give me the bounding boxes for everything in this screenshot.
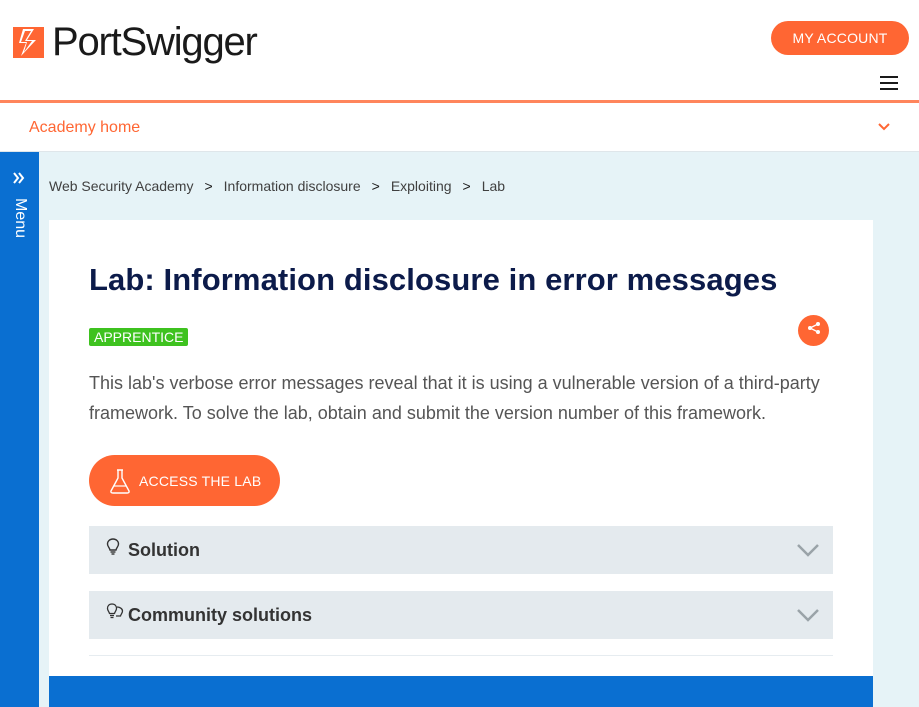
my-account-button[interactable]: MY ACCOUNT [771, 21, 909, 55]
academy-home-link[interactable]: Academy home [29, 119, 140, 137]
level-badge: APPRENTICE [89, 328, 189, 346]
breadcrumb: Web Security Academy > Information discl… [49, 178, 505, 194]
lab-description: This lab's verbose error messages reveal… [89, 373, 820, 423]
breadcrumb-item[interactable]: Web Security Academy [49, 178, 193, 194]
divider [89, 655, 833, 656]
logo-text: PortSwigger [52, 20, 258, 64]
solution-label: Solution [128, 539, 200, 560]
breadcrumb-separator: > [204, 178, 213, 194]
lab-card: Lab: Information disclosure in error mes… [49, 220, 873, 707]
chevron-down-icon [797, 608, 819, 627]
double-chevron-right-icon [12, 171, 26, 188]
breadcrumb-item-current[interactable]: Lab [482, 178, 505, 194]
side-menu-toggle[interactable]: Menu [0, 152, 39, 707]
site-header: PortSwigger MY ACCOUNT [0, 0, 919, 100]
side-menu-label: Menu [12, 198, 29, 239]
portswigger-logo-icon [13, 26, 44, 58]
chevron-down-icon[interactable] [877, 120, 891, 134]
community-solutions-label: Community solutions [128, 604, 312, 625]
share-icon [807, 321, 821, 340]
community-solutions-accordion[interactable]: Community solutions [89, 591, 833, 639]
breadcrumb-separator: > [371, 178, 380, 194]
breadcrumb-item[interactable]: Information disclosure [224, 178, 361, 194]
portswigger-logo[interactable]: PortSwigger [13, 20, 258, 64]
access-lab-button[interactable]: ACCESS THE LAB [89, 455, 280, 506]
footer-banner [49, 676, 873, 707]
flask-icon [109, 468, 131, 494]
share-button[interactable] [798, 315, 829, 346]
page-title: Lab: Information disclosure in error mes… [89, 262, 778, 297]
academy-nav-bar: Academy home [0, 103, 919, 152]
breadcrumb-separator: > [462, 178, 471, 194]
lightbulbs-icon [106, 603, 124, 626]
breadcrumb-item[interactable]: Exploiting [391, 178, 452, 194]
chevron-down-icon [797, 543, 819, 562]
hamburger-icon[interactable] [880, 76, 898, 90]
access-lab-label: ACCESS THE LAB [139, 472, 262, 489]
solution-accordion[interactable]: Solution [89, 526, 833, 574]
lightbulb-icon [106, 538, 120, 561]
